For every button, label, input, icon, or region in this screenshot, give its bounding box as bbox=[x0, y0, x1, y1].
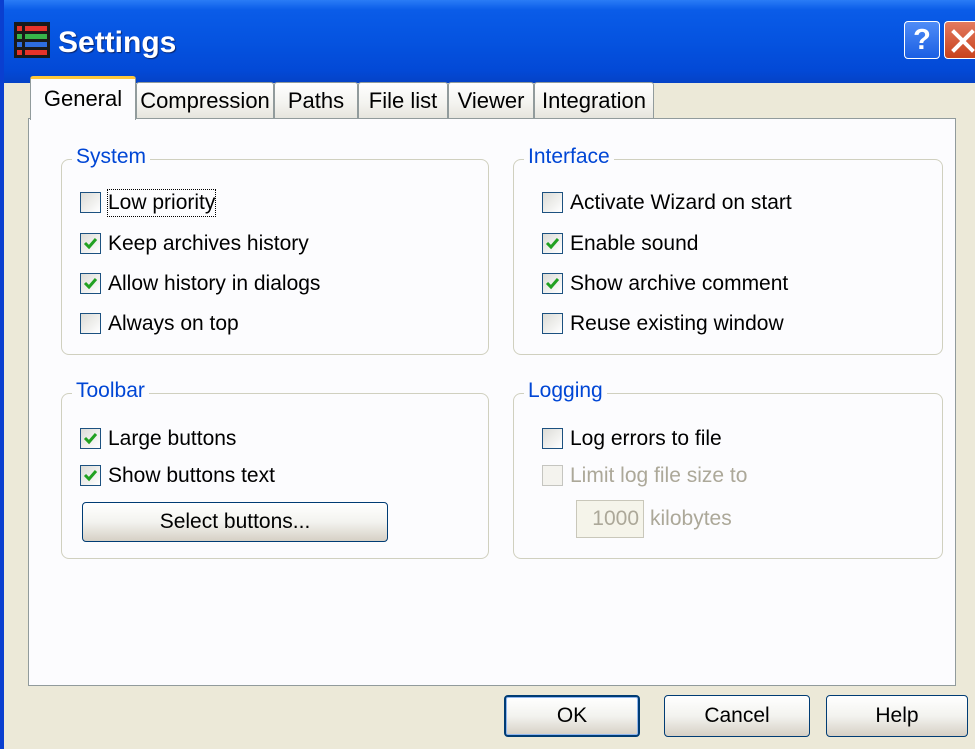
select-buttons-button[interactable]: Select buttons... bbox=[82, 502, 388, 542]
tab-paths[interactable]: Paths bbox=[274, 82, 358, 118]
checkbox-label: Low priority bbox=[106, 189, 217, 217]
checkbox-box bbox=[542, 465, 563, 486]
checkbox-label: Show buttons text bbox=[108, 464, 275, 487]
checkbox-box bbox=[80, 465, 101, 486]
title-help-button[interactable]: ? bbox=[904, 21, 940, 59]
title-bar[interactable]: Settings ? bbox=[4, 0, 975, 83]
toolbar-group-title: Toolbar bbox=[72, 379, 149, 403]
checkmark-icon bbox=[83, 278, 98, 290]
system-group-title: System bbox=[72, 145, 151, 169]
settings-list-icon bbox=[14, 22, 50, 58]
checkbox-label: Reuse existing window bbox=[570, 312, 784, 335]
checkbox-label: Keep archives history bbox=[108, 232, 309, 255]
toolbar-group: Toolbar Large buttons Show buttons text … bbox=[61, 379, 489, 559]
tab-integration[interactable]: Integration bbox=[534, 82, 654, 118]
checkbox-box bbox=[542, 233, 563, 254]
interface-group-title: Interface bbox=[524, 145, 614, 169]
checkbox-box bbox=[80, 233, 101, 254]
checkbox-box bbox=[80, 313, 101, 334]
checkbox-label: Activate Wizard on start bbox=[570, 191, 792, 214]
checkbox-box bbox=[542, 273, 563, 294]
log-size-input[interactable]: 1000 bbox=[576, 500, 644, 538]
logging-group-title: Logging bbox=[524, 379, 607, 403]
tab-file-list[interactable]: File list bbox=[358, 82, 448, 118]
tab-viewer[interactable]: Viewer bbox=[448, 82, 534, 118]
help-button[interactable]: Help bbox=[826, 695, 968, 737]
cancel-button[interactable]: Cancel bbox=[664, 695, 810, 737]
checkbox-label: Always on top bbox=[108, 312, 239, 335]
checkbox-box bbox=[542, 428, 563, 449]
logging-group: Logging Log errors to file Limit log fil… bbox=[513, 379, 943, 559]
checkbox-label: Enable sound bbox=[570, 232, 699, 255]
checkmark-icon bbox=[545, 238, 560, 250]
checkbox-box bbox=[542, 313, 563, 334]
checkbox-label: Log errors to file bbox=[570, 427, 722, 450]
checkbox-label: Allow history in dialogs bbox=[108, 272, 321, 295]
tab-panel-general: System Low priority Keep archives histor… bbox=[28, 118, 956, 686]
window-title: Settings bbox=[58, 26, 177, 59]
tab-general[interactable]: General bbox=[30, 76, 136, 120]
checkbox-label: Show archive comment bbox=[570, 272, 789, 295]
checkmark-icon bbox=[83, 433, 98, 445]
close-button[interactable] bbox=[944, 21, 975, 59]
system-group: System Low priority Keep archives histor… bbox=[61, 145, 489, 355]
checkbox-box bbox=[80, 428, 101, 449]
checkmark-icon bbox=[545, 278, 560, 290]
checkbox-box bbox=[80, 273, 101, 294]
checkbox-label: Limit log file size to bbox=[570, 464, 748, 487]
checkbox-box bbox=[80, 192, 101, 213]
checkbox-box bbox=[542, 192, 563, 213]
checkmark-icon bbox=[83, 238, 98, 250]
interface-group: Interface Activate Wizard on start Enabl… bbox=[513, 145, 943, 355]
settings-window: Settings ? General Compression Paths Fil… bbox=[0, 0, 975, 749]
log-size-unit: kilobytes bbox=[650, 507, 732, 530]
checkmark-icon bbox=[83, 470, 98, 482]
close-icon bbox=[951, 29, 975, 53]
checkbox-label: Large buttons bbox=[108, 427, 237, 450]
ok-button[interactable]: OK bbox=[504, 695, 640, 737]
tab-compression[interactable]: Compression bbox=[136, 82, 274, 118]
